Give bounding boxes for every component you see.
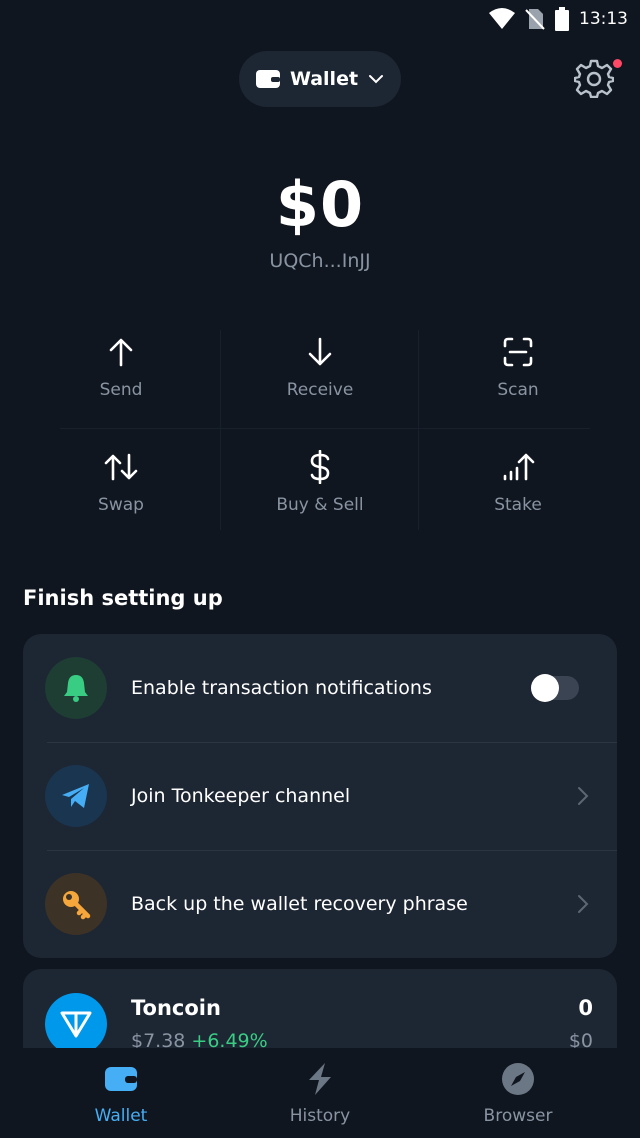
send-label: Send [99, 380, 143, 400]
toncoin-logo [45, 993, 107, 1055]
status-bar: 13:13 [489, 6, 628, 32]
notifications-toggle[interactable] [531, 674, 579, 702]
scan-icon [503, 337, 533, 367]
setup-card: Enable transaction notifications Join To… [23, 634, 617, 958]
stake-icon [503, 453, 535, 481]
telegram-icon [62, 784, 89, 808]
receive-label: Receive [286, 380, 354, 400]
compass-icon [502, 1063, 534, 1095]
status-time: 13:13 [579, 9, 628, 29]
chevron-down-icon [369, 75, 384, 84]
scan-label: Scan [497, 380, 539, 400]
chevron-right-icon [578, 895, 589, 913]
wallet-icon [105, 1067, 137, 1091]
token-name: Toncoin [131, 996, 221, 1020]
setup-item-label: Enable transaction notifications [131, 677, 432, 699]
no-sim-icon [525, 9, 545, 30]
telegram-icon-circle [45, 765, 107, 827]
setup-item-backup[interactable]: Back up the wallet recovery phrase [23, 850, 617, 958]
wallet-address[interactable]: UQCh...InJJ [0, 250, 640, 272]
wallet-icon [255, 70, 280, 88]
tab-label: History [289, 1106, 351, 1126]
setup-item-channel[interactable]: Join Tonkeeper channel [23, 742, 617, 850]
tab-label: Wallet [94, 1106, 148, 1126]
arrow-down-icon [308, 337, 332, 366]
setup-item-label: Join Tonkeeper channel [131, 785, 351, 807]
buy-sell-label: Buy & Sell [276, 495, 364, 515]
swap-icon [104, 453, 138, 481]
buy-sell-button[interactable]: Buy & Sell [221, 429, 419, 543]
bottom-tab-bar: Wallet History Browser [0, 1048, 640, 1138]
key-icon-circle [45, 873, 107, 935]
tab-wallet[interactable]: Wallet [21, 1048, 221, 1138]
tab-browser[interactable]: Browser [418, 1048, 618, 1138]
swap-label: Swap [98, 495, 144, 515]
bell-icon [64, 675, 88, 702]
receive-button[interactable]: Receive [221, 314, 419, 428]
toncoin-icon [60, 1011, 92, 1038]
setup-item-label: Back up the wallet recovery phrase [131, 893, 468, 915]
chevron-right-icon [578, 787, 589, 805]
setup-section-title: Finish setting up [23, 586, 223, 610]
wifi-icon [489, 8, 515, 29]
tab-label: Browser [483, 1106, 553, 1126]
tab-history[interactable]: History [220, 1048, 420, 1138]
bell-icon-circle [45, 657, 107, 719]
scan-button[interactable]: Scan [419, 314, 617, 428]
settings-button[interactable] [573, 58, 615, 99]
battery-icon [555, 7, 569, 31]
dollar-icon [310, 450, 330, 484]
swap-button[interactable]: Swap [22, 429, 220, 543]
arrow-up-icon [109, 338, 133, 367]
gear-icon [573, 59, 615, 99]
wallet-selector-button[interactable]: Wallet [239, 51, 401, 107]
token-amount: 0 [578, 996, 593, 1020]
stake-button[interactable]: Stake [419, 429, 617, 543]
balance-amount: $0 [275, 168, 365, 241]
history-icon [309, 1063, 331, 1095]
wallet-selector-label: Wallet [289, 68, 359, 90]
send-button[interactable]: Send [22, 314, 220, 428]
setup-item-notifications[interactable]: Enable transaction notifications [23, 634, 617, 742]
notification-dot [613, 59, 622, 68]
key-icon [63, 891, 91, 920]
toggle-knob [531, 674, 559, 702]
stake-label: Stake [494, 495, 542, 515]
